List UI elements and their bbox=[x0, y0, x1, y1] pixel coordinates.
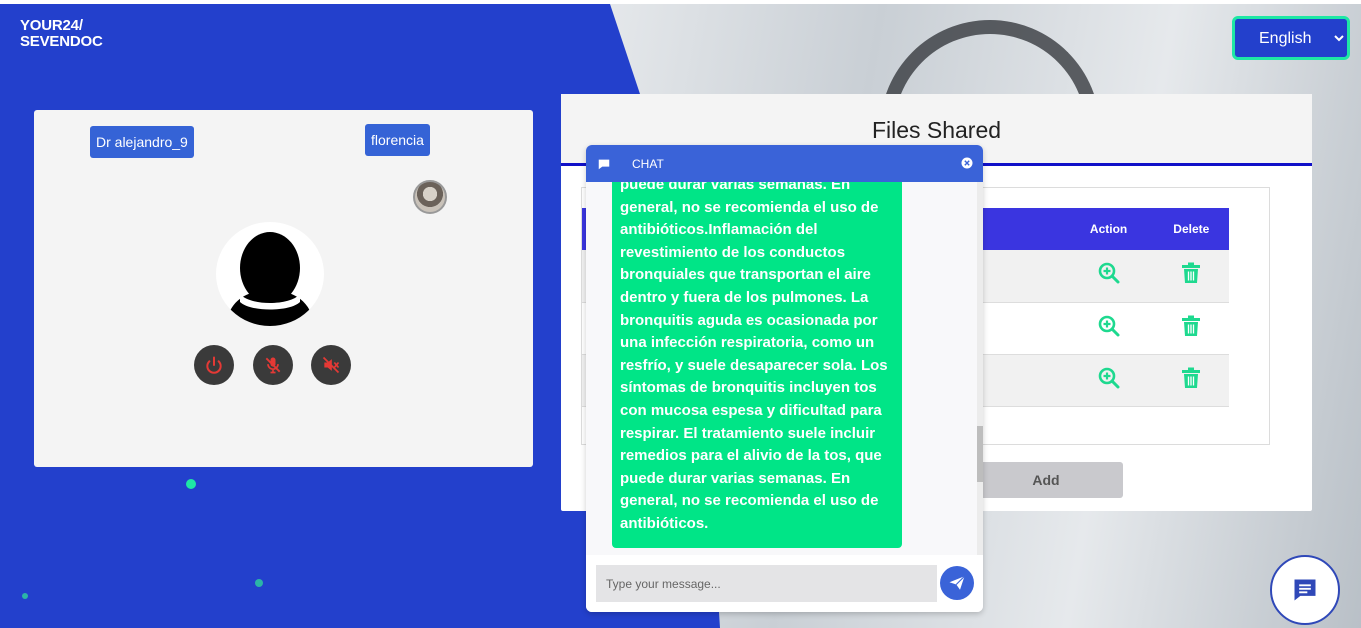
chat-bubble-icon bbox=[598, 159, 610, 169]
column-header-action: Action bbox=[1063, 208, 1154, 250]
logo[interactable]: YOUR24/ SEVENDOC bbox=[20, 18, 103, 50]
mute-speaker-button[interactable] bbox=[311, 345, 351, 385]
logo-line-2: SEVENDOC bbox=[20, 33, 103, 50]
trash-icon bbox=[1182, 367, 1201, 388]
top-strip bbox=[0, 0, 1361, 4]
chat-icon bbox=[1294, 579, 1316, 601]
end-call-button[interactable] bbox=[194, 345, 234, 385]
trash-icon bbox=[1182, 262, 1201, 284]
user-silhouette-icon bbox=[226, 232, 314, 326]
language-select[interactable]: English bbox=[1235, 19, 1347, 57]
doctor-name-tag: Dr alejandro_9 bbox=[90, 126, 194, 158]
column-header-delete: Delete bbox=[1153, 208, 1229, 250]
chat-window: CHAT puede durar varias semanas. En gene… bbox=[586, 145, 983, 612]
chat-title: CHAT bbox=[632, 156, 664, 171]
chat-footer bbox=[586, 555, 983, 612]
mic-off-icon bbox=[265, 357, 281, 374]
decorative-dot bbox=[255, 579, 263, 587]
speaker-off-icon bbox=[322, 356, 340, 374]
zoom-in-icon bbox=[1098, 262, 1120, 284]
chat-messages[interactable]: puede durar varias semanas. En general, … bbox=[586, 182, 977, 555]
zoom-in-icon bbox=[1098, 315, 1120, 336]
delete-file-button[interactable] bbox=[1153, 354, 1229, 407]
chat-header: CHAT bbox=[586, 145, 983, 182]
logo-line-1: YOUR24/ bbox=[20, 17, 83, 34]
chat-scrollbar[interactable] bbox=[977, 182, 983, 555]
doctor-avatar bbox=[216, 222, 324, 326]
open-chat-button[interactable] bbox=[1270, 555, 1340, 625]
mute-mic-button[interactable] bbox=[253, 345, 293, 385]
add-file-button[interactable]: Add bbox=[969, 462, 1123, 498]
patient-avatar bbox=[413, 180, 447, 214]
trash-icon bbox=[1182, 315, 1201, 336]
delete-file-button[interactable] bbox=[1153, 250, 1229, 303]
chat-scrollbar-thumb[interactable] bbox=[977, 426, 983, 482]
decorative-dot bbox=[186, 479, 196, 489]
close-icon[interactable] bbox=[961, 157, 973, 169]
view-file-button[interactable] bbox=[1063, 302, 1154, 355]
decorative-dot bbox=[22, 593, 28, 599]
power-icon bbox=[206, 356, 222, 374]
video-panel: Dr alejandro_9 florencia bbox=[34, 110, 533, 467]
view-file-button[interactable] bbox=[1063, 354, 1154, 407]
patient-name-tag: florencia bbox=[365, 124, 430, 156]
chat-message: puede durar varias semanas. En general, … bbox=[612, 182, 902, 548]
chat-message-input[interactable] bbox=[596, 565, 937, 602]
send-button[interactable] bbox=[940, 566, 974, 600]
zoom-in-icon bbox=[1098, 367, 1120, 388]
send-icon bbox=[949, 575, 965, 590]
language-select-wrapper: English bbox=[1232, 16, 1350, 60]
view-file-button[interactable] bbox=[1063, 250, 1154, 303]
delete-file-button[interactable] bbox=[1153, 302, 1229, 355]
